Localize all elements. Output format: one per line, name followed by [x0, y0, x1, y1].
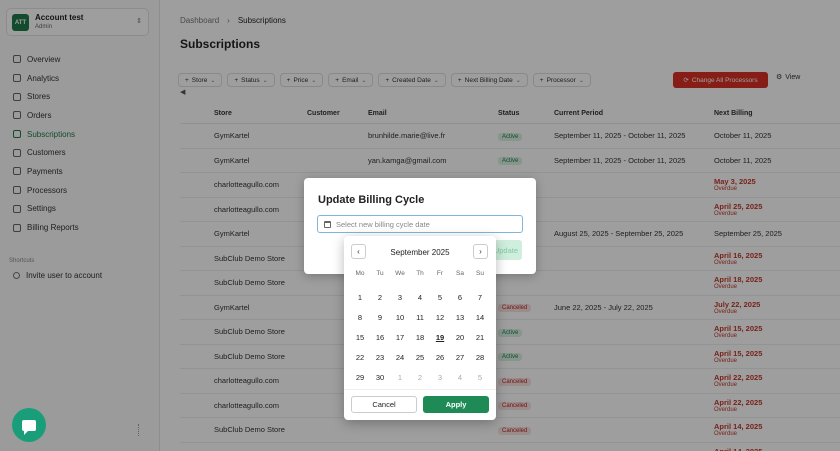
weekday-header: Mo Tu We Th Fr Sa Su [350, 267, 490, 287]
calendar-day[interactable]: 17 [390, 333, 410, 342]
next-month-button[interactable]: › [473, 244, 488, 259]
calendar-grid: Mo Tu We Th Fr Sa Su 1 2 3 4 5 6 7 8 9 10 11 12 13 14 15 16 17 1… [350, 267, 490, 387]
weekday-label: Su [476, 270, 484, 277]
calendar-week: 15 16 17 18 19 20 21 [350, 327, 490, 347]
calendar-day[interactable]: 28 [470, 353, 490, 362]
weekday-label: Sa [456, 270, 464, 277]
calendar-day[interactable]: 12 [430, 313, 450, 322]
calendar-day[interactable]: 11 [410, 313, 430, 322]
calendar-day[interactable]: 25 [410, 353, 430, 362]
calendar-day[interactable]: 29 [350, 373, 370, 382]
calendar-day[interactable]: 3 [390, 293, 410, 302]
weekday-label: Th [416, 270, 424, 277]
calendar-day[interactable]: 30 [370, 373, 390, 382]
chevron-right-icon: › [479, 247, 482, 256]
calendar-week: 29 30 1 2 3 4 5 [350, 367, 490, 387]
calendar-day[interactable]: 15 [350, 333, 370, 342]
calendar-week: 1234567 [350, 287, 490, 307]
chat-support-button[interactable] [12, 408, 46, 442]
update-button[interactable]: Update [492, 240, 522, 260]
weekday-label: Mo [355, 270, 365, 277]
calendar-day[interactable]: 19 [430, 333, 450, 342]
chat-icon [22, 419, 36, 435]
picker-divider [344, 389, 496, 390]
billing-date-placeholder: Select new billing cycle date [336, 219, 430, 229]
calendar-day[interactable]: 2 [370, 293, 390, 302]
calendar-week: 22 23 24 25 26 27 28 [350, 347, 490, 367]
calendar-day[interactable]: 6 [450, 293, 470, 302]
apply-button[interactable]: Apply [423, 396, 489, 413]
calendar-day[interactable]: 22 [350, 353, 370, 362]
weekday-label: Tu [376, 270, 384, 277]
modal-title: Update Billing Cycle [318, 194, 425, 206]
weekday-label: We [395, 270, 405, 277]
calendar-day[interactable]: 5 [430, 293, 450, 302]
cancel-button[interactable]: Cancel [351, 396, 417, 413]
calendar-day[interactable]: 16 [370, 333, 390, 342]
calendar-day[interactable]: 14 [470, 313, 490, 322]
calendar-day[interactable]: 4 [410, 293, 430, 302]
calendar-day[interactable]: 26 [430, 353, 450, 362]
calendar-day[interactable]: 20 [450, 333, 470, 342]
calendar-day[interactable]: 1 [390, 373, 410, 382]
calendar-day[interactable]: 10 [390, 313, 410, 322]
calendar-week: 8 9 10 11 12 13 14 [350, 307, 490, 327]
billing-date-input[interactable]: Select new billing cycle date [317, 215, 523, 233]
calendar-day[interactable]: 23 [370, 353, 390, 362]
calendar-day[interactable]: 7 [470, 293, 490, 302]
calendar-day[interactable]: 18 [410, 333, 430, 342]
calendar-day[interactable]: 21 [470, 333, 490, 342]
calendar-day[interactable]: 5 [470, 373, 490, 382]
calendar-day[interactable]: 3 [430, 373, 450, 382]
calendar-day[interactable]: 4 [450, 373, 470, 382]
calendar-icon [324, 220, 331, 228]
calendar-day[interactable]: 8 [350, 313, 370, 322]
calendar-day[interactable]: 1 [350, 293, 370, 302]
calendar-day[interactable]: 27 [450, 353, 470, 362]
calendar-day[interactable]: 13 [450, 313, 470, 322]
calendar-day[interactable]: 24 [390, 353, 410, 362]
calendar-day[interactable]: 2 [410, 373, 430, 382]
calendar-day[interactable]: 9 [370, 313, 390, 322]
date-picker: ‹ September 2025 › Mo Tu We Th Fr Sa Su 1 2 3 4 5 6 7… [344, 236, 496, 420]
weekday-label: Fr [436, 270, 444, 277]
